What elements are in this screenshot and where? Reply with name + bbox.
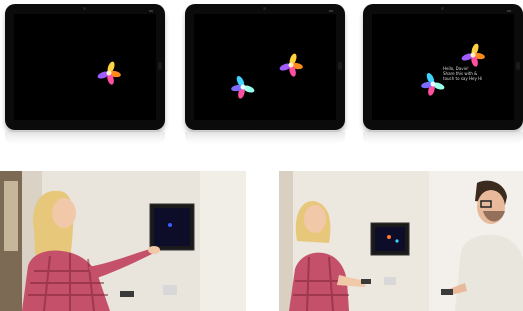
photo-woman-pointing-scene xyxy=(0,171,246,311)
home-button xyxy=(516,62,520,70)
tablet-frame-1 xyxy=(5,4,165,130)
photo-two-people-scene xyxy=(279,171,523,311)
photo-woman-pointing xyxy=(0,171,246,311)
tablet-frame-2 xyxy=(185,4,345,130)
camera-dot xyxy=(441,7,444,10)
home-button xyxy=(158,62,162,70)
tablet-reflection-1 xyxy=(5,132,165,144)
greeting-caption: Hello, Davie! Share this with & touch to… xyxy=(443,66,503,81)
tablet-screen-2 xyxy=(194,14,336,120)
status-indicator xyxy=(507,10,511,12)
tablet-screen-3: Hello, Davie! Share this with & touch to… xyxy=(372,14,514,120)
home-button xyxy=(338,62,342,70)
camera-dot xyxy=(83,7,86,10)
orange-flower-icon xyxy=(97,61,121,85)
camera-dot xyxy=(263,7,266,10)
status-indicator xyxy=(149,10,153,12)
tablet-reflection-2 xyxy=(185,132,345,144)
photo-two-people xyxy=(279,171,523,311)
tablet-screen-1 xyxy=(14,14,156,120)
tablet-reflection-3 xyxy=(363,132,523,144)
status-indicator xyxy=(329,10,333,12)
blue-flower-icon xyxy=(231,75,255,99)
tablet-frame-3: Hello, Davie! Share this with & touch to… xyxy=(363,4,523,130)
caption-line-3: touch to say Hey Hi xyxy=(443,76,483,81)
orange-flower-icon xyxy=(279,53,303,77)
